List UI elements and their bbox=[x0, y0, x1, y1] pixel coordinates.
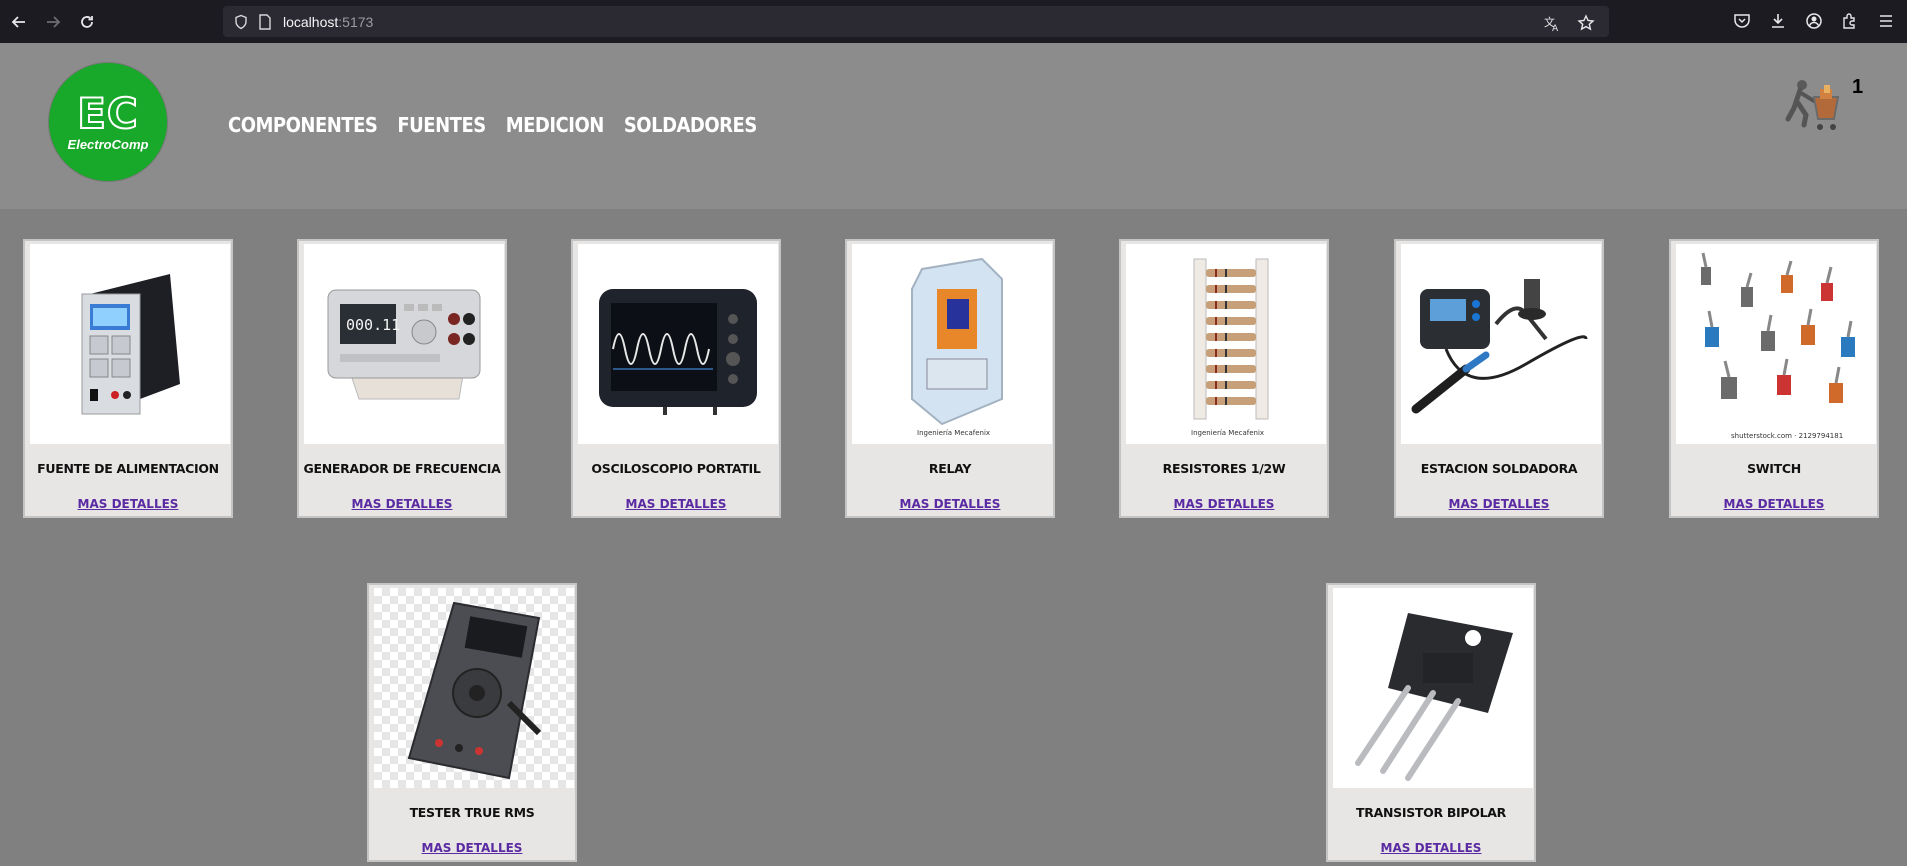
page-icon[interactable] bbox=[253, 10, 277, 34]
nav-componentes[interactable]: COMPONENTES bbox=[228, 113, 378, 137]
product-card: Ingeniería Mecafenix RELAY MAS DETALLES bbox=[845, 239, 1055, 518]
nav-medicion[interactable]: MEDICION bbox=[506, 113, 605, 137]
multimeter-image bbox=[374, 588, 574, 788]
image-caption: shutterstock.com · 2129794181 bbox=[1731, 432, 1843, 440]
product-name: ESTACION SOLDADORA bbox=[1420, 461, 1578, 476]
browser-toolbar: localhost:5173 文A bbox=[0, 0, 1907, 43]
product-name: RELAY bbox=[928, 461, 972, 476]
product-card: TESTER TRUE RMS MAS DETALLES bbox=[367, 583, 577, 862]
product-name: TRANSISTOR BIPOLAR bbox=[1356, 805, 1506, 820]
product-card: TRANSISTOR BIPOLAR MAS DETALLES bbox=[1326, 583, 1536, 862]
product-card: shutterstock.com · 2129794181 SWITCH MAS… bbox=[1669, 239, 1879, 518]
nav-fuentes[interactable]: FUENTES bbox=[397, 113, 486, 137]
relay-image: Ingeniería Mecafenix bbox=[852, 244, 1052, 444]
product-details-link[interactable]: MAS DETALLES bbox=[1671, 497, 1877, 511]
logo-text: EC bbox=[76, 88, 139, 138]
transistor-image bbox=[1333, 588, 1533, 788]
image-caption: Ingeniería Mecafenix bbox=[917, 429, 990, 437]
menu-icon[interactable] bbox=[1873, 7, 1899, 35]
site-logo[interactable]: EC ElectroComp bbox=[49, 63, 167, 181]
display-reading: 000.11 bbox=[346, 316, 400, 334]
product-name: FUENTE DE ALIMENTACION bbox=[37, 461, 219, 476]
bookmark-star-icon[interactable] bbox=[1573, 9, 1599, 37]
product-details-link[interactable]: MAS DETALLES bbox=[25, 497, 231, 511]
product-name: TESTER TRUE RMS bbox=[409, 805, 535, 820]
svg-text:A: A bbox=[1552, 24, 1559, 32]
shield-icon[interactable] bbox=[229, 10, 253, 34]
account-icon[interactable] bbox=[1801, 7, 1827, 35]
back-icon[interactable] bbox=[4, 7, 34, 37]
product-card: Ingeniería Mecafenix RESISTORES 1/2W MAS… bbox=[1119, 239, 1329, 518]
logo-subtext: ElectroComp bbox=[67, 136, 149, 152]
product-name: GENERADOR DE FRECUENCIA bbox=[303, 461, 501, 476]
pocket-icon[interactable] bbox=[1729, 7, 1755, 35]
reload-icon[interactable] bbox=[72, 7, 102, 37]
product-details-link[interactable]: MAS DETALLES bbox=[1328, 841, 1534, 855]
product-details-link[interactable]: MAS DETALLES bbox=[369, 841, 575, 855]
download-icon[interactable] bbox=[1765, 7, 1791, 35]
translate-icon[interactable]: 文A bbox=[1539, 9, 1565, 37]
site-header: EC ElectroComp COMPONENTES FUENTES MEDIC… bbox=[0, 43, 1907, 209]
url-port: :5173 bbox=[338, 13, 374, 30]
cart-count: 1 bbox=[1852, 76, 1864, 98]
resistors-image: Ingeniería Mecafenix bbox=[1126, 244, 1326, 444]
product-name: OSCILOSCOPIO PORTATIL bbox=[591, 461, 761, 476]
product-name: RESISTORES 1/2W bbox=[1162, 461, 1286, 476]
product-card: 000.11 GENERADOR DE FRECUENCIA MAS DETAL… bbox=[297, 239, 507, 518]
frequency-generator-image: 000.11 bbox=[304, 244, 504, 444]
product-card: ESTACION SOLDADORA MAS DETALLES bbox=[1394, 239, 1604, 518]
power-supply-image bbox=[30, 244, 230, 444]
soldering-station-image bbox=[1401, 244, 1601, 444]
forward-icon[interactable] bbox=[38, 7, 68, 37]
extensions-icon[interactable] bbox=[1837, 7, 1863, 35]
cart-icon[interactable] bbox=[1780, 73, 1850, 143]
product-details-link[interactable]: MAS DETALLES bbox=[299, 497, 505, 511]
oscilloscope-image bbox=[578, 244, 778, 444]
product-details-link[interactable]: MAS DETALLES bbox=[847, 497, 1053, 511]
switches-image: shutterstock.com · 2129794181 bbox=[1676, 244, 1876, 444]
product-name: SWITCH bbox=[1747, 461, 1801, 476]
product-details-link[interactable]: MAS DETALLES bbox=[1396, 497, 1602, 511]
url-text[interactable]: localhost:5173 bbox=[283, 14, 373, 30]
main-nav: COMPONENTES FUENTES MEDICION SOLDADORES bbox=[228, 113, 757, 137]
product-card: FUENTE DE ALIMENTACION MAS DETALLES bbox=[23, 239, 233, 518]
url-host: localhost bbox=[283, 13, 339, 30]
nav-soldadores[interactable]: SOLDADORES bbox=[624, 113, 757, 137]
product-details-link[interactable]: MAS DETALLES bbox=[1121, 497, 1327, 511]
product-card: OSCILOSCOPIO PORTATIL MAS DETALLES bbox=[571, 239, 781, 518]
address-bar[interactable]: localhost:5173 文A bbox=[223, 6, 1609, 37]
product-details-link[interactable]: MAS DETALLES bbox=[573, 497, 779, 511]
image-caption: Ingeniería Mecafenix bbox=[1191, 429, 1264, 437]
